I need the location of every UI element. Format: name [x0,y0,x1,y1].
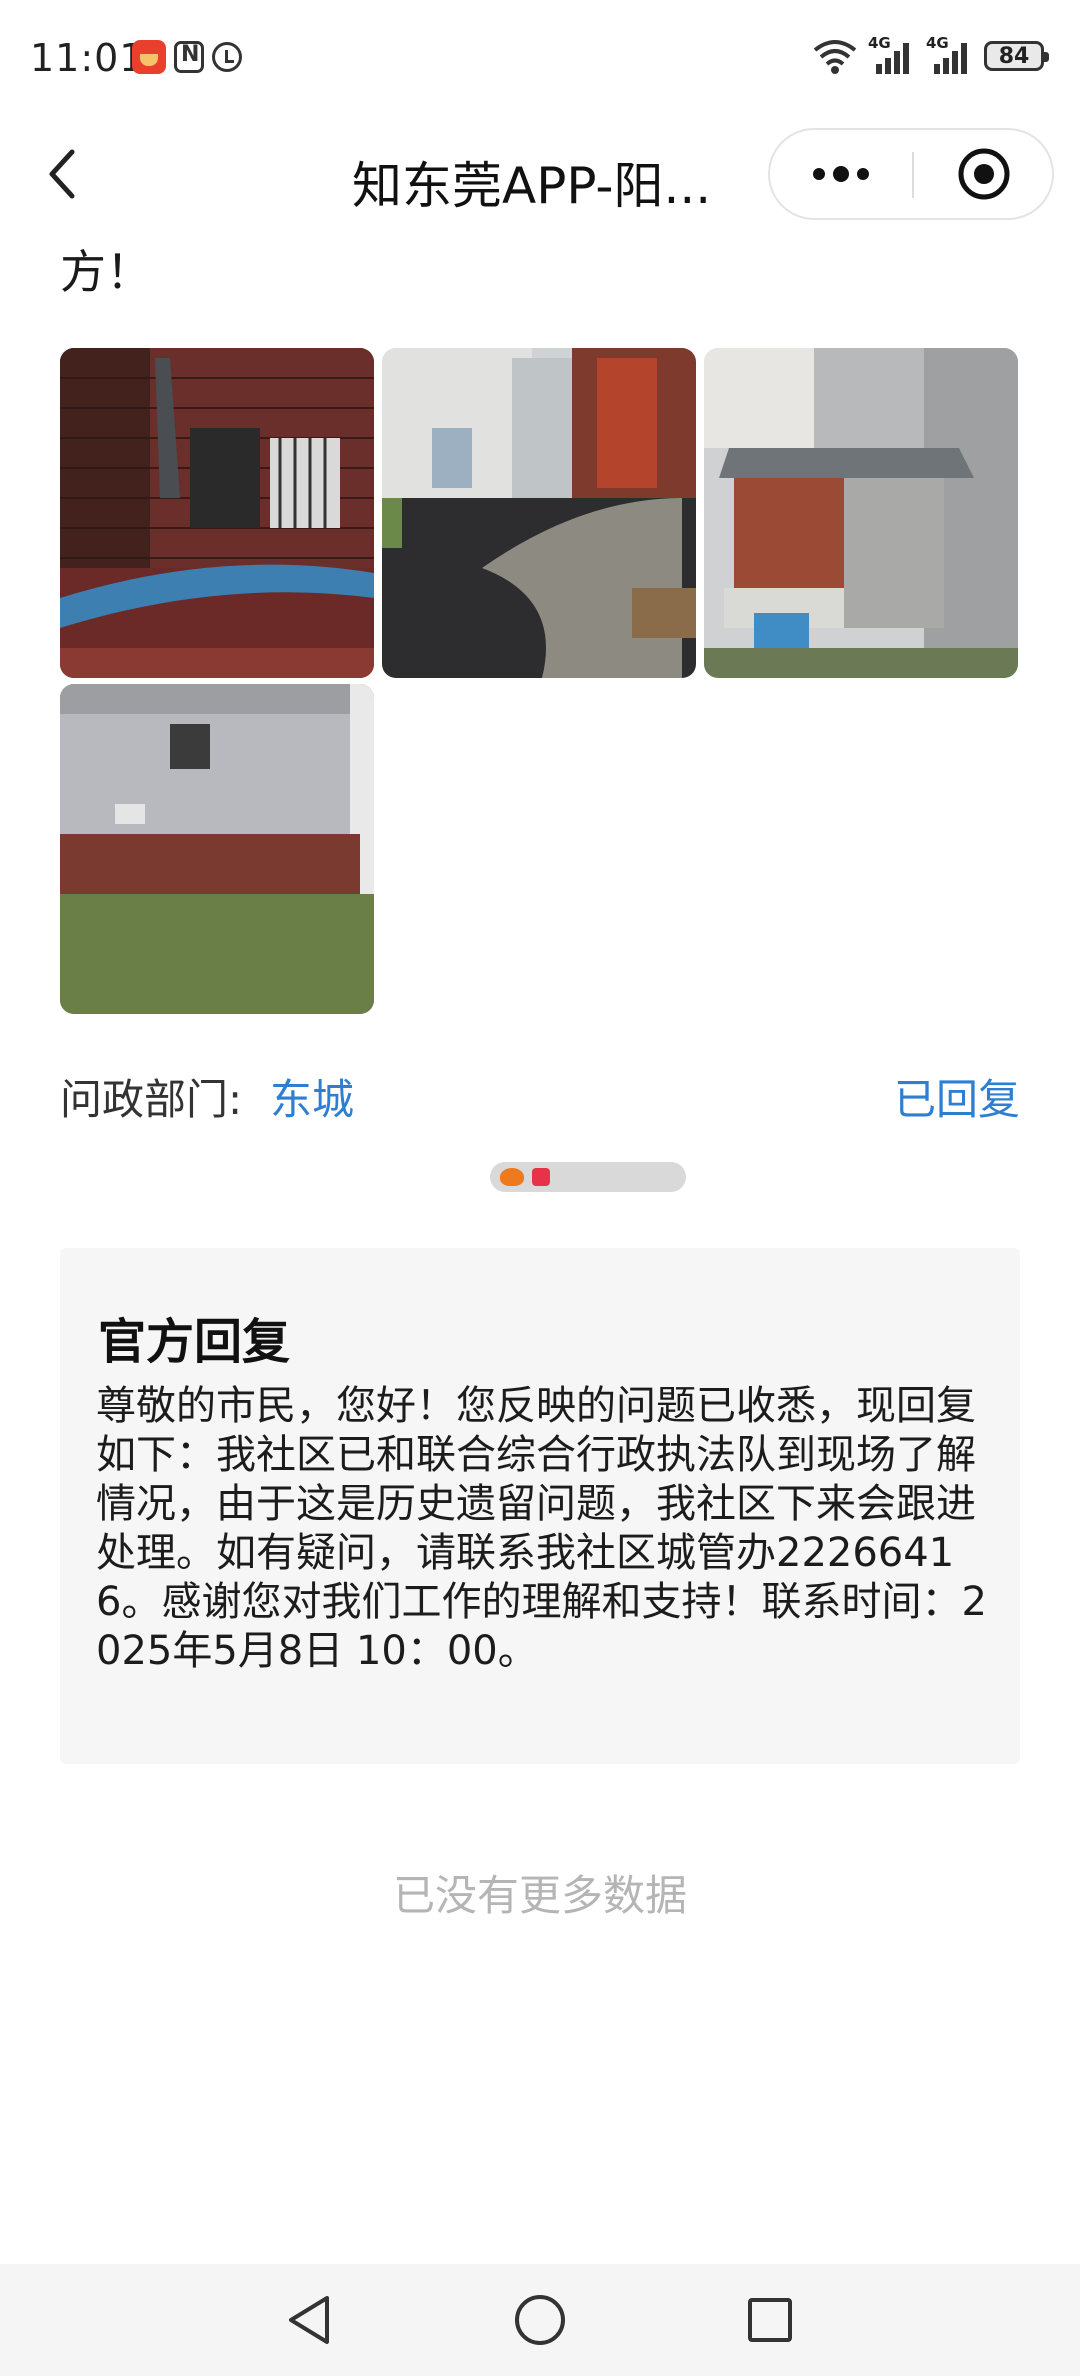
more-button[interactable] [770,130,912,218]
target-circle-icon [958,148,1010,200]
nav-home-button[interactable] [510,2290,570,2350]
watermark [490,1162,686,1192]
reply-body: 尊敬的市民，您好！您反映的问题已收悉，现回复如下：我社区已和联合综合行政执法队到… [96,1383,987,1674]
battery-icon: 84 [984,41,1049,71]
official-reply-card: 官方回复 尊敬的市民，您好！您反映的问题已收悉，现回复如下：我社区已和联合综合行… [60,1248,1020,1764]
department-label: 问政部门: [60,1075,243,1124]
department-row: 问政部门: 东城 已回复 [60,1066,1020,1126]
photo-3[interactable] [704,348,1018,678]
watermark-app-icon [532,1168,550,1186]
description-tail-text: 方！ [60,245,152,299]
square-recents-icon [748,2298,792,2342]
system-nav-bar [0,2264,1080,2376]
photo-1-image [60,348,374,678]
close-button[interactable] [914,130,1054,218]
signal-icon-1: 4G [868,34,916,76]
photo-2[interactable] [382,348,696,678]
signal-label-2: 4G [926,34,949,52]
battery-level: 84 [998,43,1030,69]
signal-icon-2: 4G [926,34,974,76]
wifi-icon [813,40,857,74]
nav-back-button[interactable] [280,2290,340,2350]
title-bar: 知东莞APP-阳... [0,118,1080,238]
department-link[interactable]: 东城 [270,1066,354,1127]
mini-program-capsule [768,128,1054,220]
status-indicators: 4G 4G 84 [812,34,1049,78]
signal-label-1: 4G [868,34,891,52]
photo-4[interactable] [60,684,374,1014]
photo-1[interactable] [60,348,374,678]
photo-3-image [704,348,1018,678]
more-dots-icon [813,166,869,182]
triangle-back-icon [289,2296,329,2344]
reply-status-badge: 已回复 [893,1075,1020,1124]
nfc-icon [174,41,204,73]
chevron-left-icon [49,149,75,199]
watermark-logo-icon [500,1168,524,1186]
alarm-icon [212,42,242,72]
reply-title: 官方回复 [98,1314,291,1370]
photo-2-image [382,348,696,678]
photo-4-image [60,684,374,1014]
back-button[interactable] [32,144,92,204]
app-notification-icon [132,40,166,74]
page-title: 知东莞APP-阳... [352,157,712,215]
no-more-data-text: 已没有更多数据 [392,1871,687,1920]
nav-recents-button[interactable] [740,2290,800,2350]
status-time: 11:01 [30,36,145,80]
circle-home-icon [515,2295,565,2345]
status-bar: 11:01 4G 4G [0,0,1080,118]
